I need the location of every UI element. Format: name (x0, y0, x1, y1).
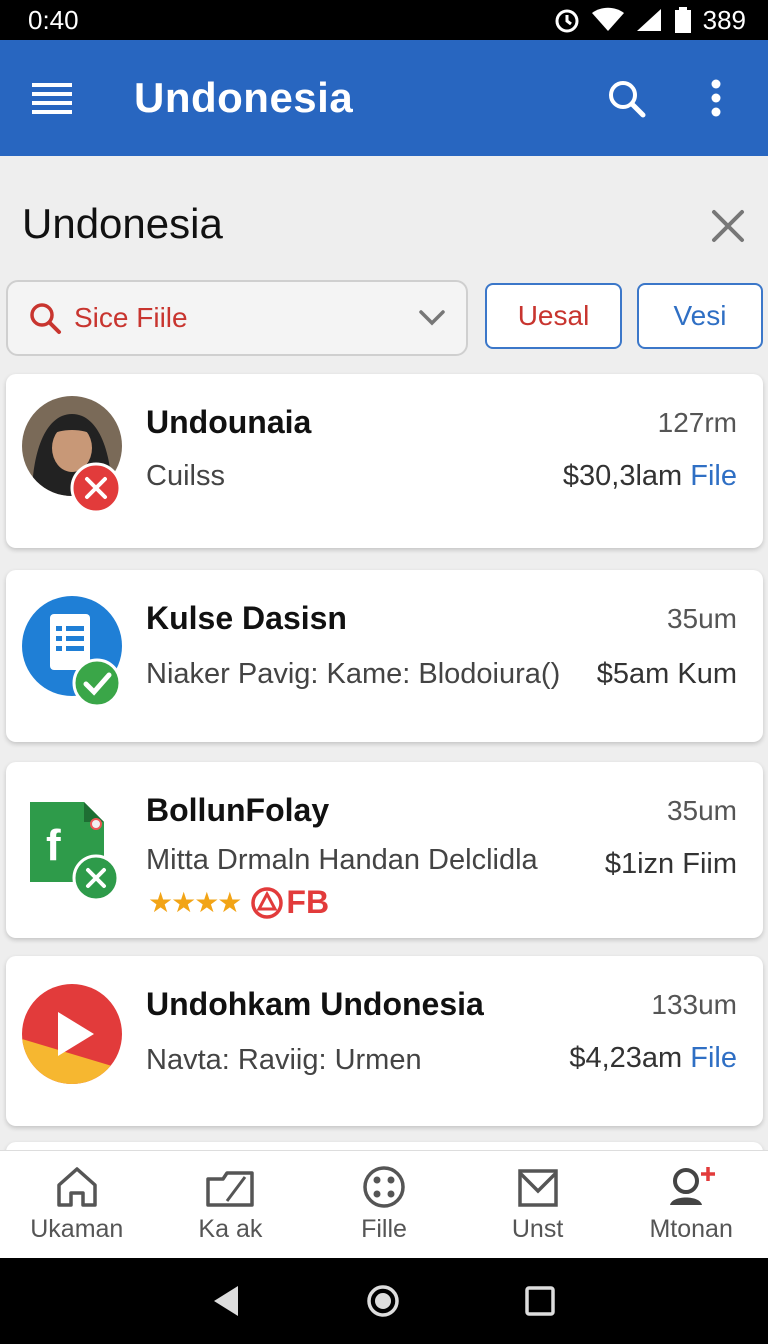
back-icon[interactable] (212, 1284, 242, 1318)
account-add-icon (670, 1167, 716, 1205)
item-subtitle: Navta: Raviig: Urmen (146, 1044, 422, 1076)
file-link[interactable]: File (690, 1042, 737, 1074)
item-time: 133um (651, 989, 737, 1020)
warning-icon (251, 886, 284, 919)
nav-label: Fille (361, 1215, 407, 1243)
nav-label: Ukaman (30, 1215, 124, 1243)
item-time: 35um (666, 603, 737, 634)
app-bar: Undonesia (0, 40, 768, 156)
nav-item-unst[interactable]: Unst (461, 1151, 615, 1258)
star-rating-icon: ★★★★ (148, 887, 242, 918)
item-amount: $1izn Fiim (604, 848, 737, 880)
list-item[interactable] (6, 1142, 763, 1150)
grid-dots-icon (363, 1166, 405, 1208)
list-item[interactable]: Undohkam Undonesia 133um Navta: Raviig: … (6, 956, 763, 1126)
status-icons: 389 (553, 5, 746, 36)
check-badge (72, 658, 122, 708)
battery-level: 389 (702, 4, 746, 35)
app-title: Undonesia (134, 74, 354, 121)
item-subtitle: Cuilss (146, 460, 225, 492)
nav-item-mtonan[interactable]: Mtonan (614, 1151, 768, 1258)
home-icon (57, 1167, 97, 1207)
rating-badge: FB (286, 884, 330, 920)
mail-icon (517, 1169, 558, 1207)
item-name: Undohkam Undonesia (146, 986, 484, 1022)
item-name: BollunFolay (146, 792, 330, 828)
list-item[interactable]: f BollunFolay 35um Mitta Drmaln Handan D… (6, 762, 763, 938)
item-name: Undounaia (146, 404, 312, 440)
nav-item-ukaman[interactable]: Ukaman (0, 1151, 154, 1258)
signal-icon (636, 9, 661, 31)
chevron-down-icon (419, 310, 445, 326)
filter-dropdown[interactable]: Sice Fiile (6, 280, 468, 356)
item-name: Kulse Dasisn (146, 600, 347, 636)
chip-uesal[interactable]: Uesal (485, 283, 622, 349)
main-content: Undonesia Sice Fiile Uesal Vesi Undounai… (0, 156, 768, 1150)
rating-row: ★★★★ FB (148, 884, 329, 921)
svg-text:f: f (46, 821, 61, 870)
search-icon (30, 303, 61, 334)
battery-icon (674, 7, 691, 33)
search-icon[interactable] (604, 76, 648, 120)
close-icon[interactable] (706, 204, 750, 248)
system-nav-bar (0, 1258, 768, 1344)
wifi-icon (591, 7, 624, 31)
more-vert-icon[interactable] (694, 76, 738, 120)
error-x-badge (70, 462, 122, 514)
item-amount: $4,23am File (569, 1042, 737, 1074)
list-item[interactable]: Undounaia 127rm Cuilss $30,3lam File (6, 374, 763, 548)
folder-icon (206, 1171, 255, 1207)
item-amount: $5am Kum (596, 658, 737, 690)
nav-item-fille[interactable]: Fille (307, 1151, 461, 1258)
item-subtitle: Mitta Drmaln Handan Delclidla (146, 844, 538, 876)
item-time: 35um (666, 795, 737, 826)
status-bar: 0:40 389 (0, 0, 768, 40)
page-title: Undonesia (22, 200, 223, 247)
nav-item-kaak[interactable]: Ka ak (154, 1151, 308, 1258)
status-time: 0:40 (28, 4, 79, 35)
nav-label: Unst (511, 1215, 564, 1243)
item-amount: $30,3lam File (562, 460, 737, 492)
bottom-nav: Ukaman Ka ak Fille Unst Mtonan (0, 1150, 768, 1258)
nav-label: Ka ak (198, 1215, 263, 1243)
chip-vesi[interactable]: Vesi (637, 283, 763, 349)
error-x-badge (72, 854, 120, 902)
filter-label: Sice Fiile (74, 302, 188, 333)
alarm-icon (555, 9, 579, 33)
play-icon (22, 984, 122, 1084)
item-time: 127rm (657, 407, 737, 438)
item-subtitle: Niaker Pavig: Kame: Blodoiura() (146, 658, 561, 690)
nav-label: Mtonan (649, 1215, 733, 1243)
menu-icon[interactable] (30, 76, 74, 120)
list-item[interactable]: Kulse Dasisn 35um Niaker Pavig: Kame: Bl… (6, 570, 763, 742)
recents-icon[interactable] (524, 1285, 556, 1317)
file-link[interactable]: File (690, 460, 737, 492)
home-button-icon[interactable] (365, 1283, 401, 1319)
